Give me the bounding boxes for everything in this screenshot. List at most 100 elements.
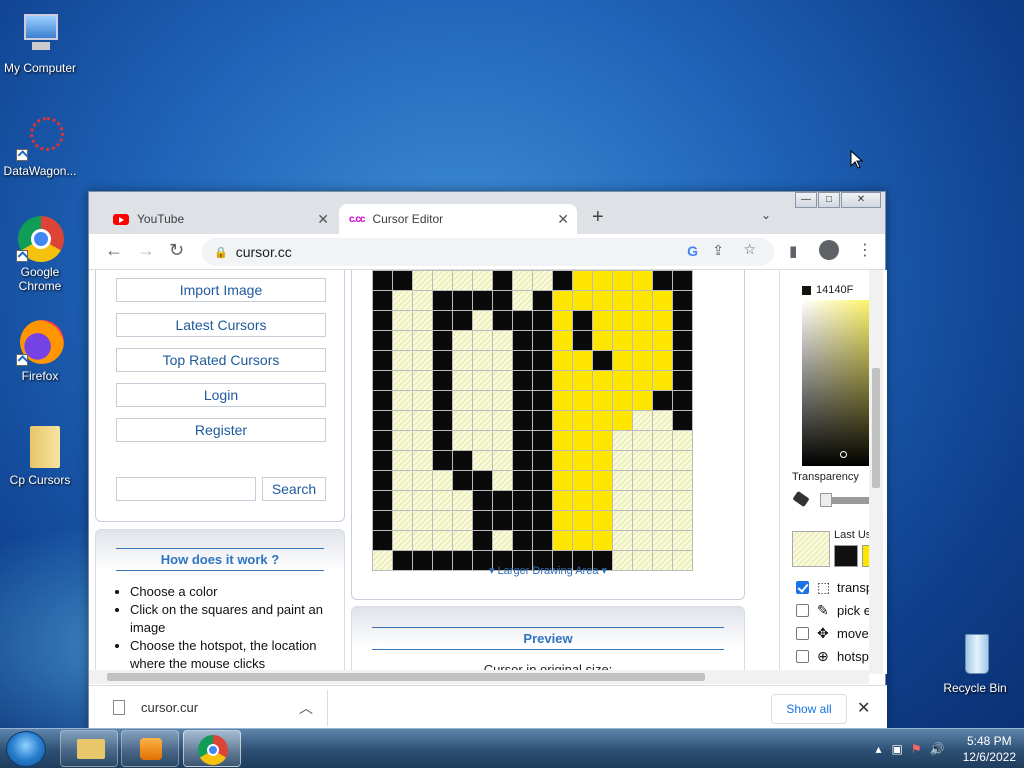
grid-cell[interactable] — [553, 371, 573, 391]
larger-drawing-area-link[interactable]: ▾ Larger Drawing Area ▾ — [352, 564, 744, 577]
tab-search-chevron-icon[interactable]: ⌄ — [761, 208, 771, 222]
grid-cell[interactable] — [513, 411, 533, 431]
grid-cell[interactable] — [493, 291, 513, 311]
grid-cell[interactable] — [393, 291, 413, 311]
grid-cell[interactable] — [633, 331, 653, 351]
latest-cursors-button[interactable]: Latest Cursors — [116, 313, 326, 337]
grid-cell[interactable] — [413, 491, 433, 511]
grid-cell[interactable] — [653, 351, 673, 371]
grid-cell[interactable] — [553, 391, 573, 411]
grid-cell[interactable] — [673, 331, 693, 351]
horizontal-scrollbar[interactable] — [89, 670, 869, 684]
grid-cell[interactable] — [553, 331, 573, 351]
grid-cell[interactable] — [493, 371, 513, 391]
grid-cell[interactable] — [633, 311, 653, 331]
register-button[interactable]: Register — [116, 418, 326, 442]
grid-cell[interactable] — [553, 311, 573, 331]
grid-cell[interactable] — [433, 311, 453, 331]
bookmark-star-icon[interactable]: ☆ — [743, 241, 756, 258]
grid-cell[interactable] — [413, 431, 433, 451]
grid-cell[interactable] — [653, 511, 673, 531]
color-picker-handle[interactable] — [840, 451, 847, 458]
search-input[interactable] — [116, 477, 256, 501]
grid-cell[interactable] — [553, 411, 573, 431]
grid-cell[interactable] — [493, 271, 513, 291]
grid-cell[interactable] — [633, 371, 653, 391]
grid-cell[interactable] — [533, 531, 553, 551]
grid-cell[interactable] — [413, 311, 433, 331]
grid-cell[interactable] — [633, 511, 653, 531]
desktop-icon-chrome[interactable]: Google Chrome — [0, 214, 80, 293]
grid-cell[interactable] — [533, 351, 553, 371]
grid-cell[interactable] — [373, 451, 393, 471]
grid-cell[interactable] — [533, 271, 553, 291]
grid-cell[interactable] — [633, 431, 653, 451]
grid-cell[interactable] — [533, 391, 553, 411]
grid-cell[interactable] — [653, 271, 673, 291]
login-button[interactable]: Login — [116, 383, 326, 407]
grid-cell[interactable] — [613, 291, 633, 311]
grid-cell[interactable] — [413, 291, 433, 311]
grid-cell[interactable] — [433, 531, 453, 551]
desktop-icon-my-computer[interactable]: My Computer — [0, 10, 80, 75]
grid-cell[interactable] — [413, 271, 433, 291]
grid-cell[interactable] — [373, 291, 393, 311]
grid-cell[interactable] — [413, 391, 433, 411]
import-image-button[interactable]: Import Image — [116, 278, 326, 302]
grid-cell[interactable] — [413, 371, 433, 391]
close-window-button[interactable]: ✕ — [841, 192, 881, 208]
grid-cell[interactable] — [453, 511, 473, 531]
grid-cell[interactable] — [573, 531, 593, 551]
grid-cell[interactable] — [553, 271, 573, 291]
grid-cell[interactable] — [613, 511, 633, 531]
grid-cell[interactable] — [493, 431, 513, 451]
grid-cell[interactable] — [393, 451, 413, 471]
grid-cell[interactable] — [473, 511, 493, 531]
grid-cell[interactable] — [553, 491, 573, 511]
grid-cell[interactable] — [413, 471, 433, 491]
grid-cell[interactable] — [553, 471, 573, 491]
maximize-button[interactable]: □ — [818, 192, 840, 208]
grid-cell[interactable] — [613, 331, 633, 351]
grid-cell[interactable] — [513, 351, 533, 371]
grid-cell[interactable] — [493, 311, 513, 331]
grid-cell[interactable] — [493, 491, 513, 511]
grid-cell[interactable] — [613, 451, 633, 471]
grid-cell[interactable] — [453, 331, 473, 351]
grid-cell[interactable] — [513, 431, 533, 451]
grid-cell[interactable] — [453, 471, 473, 491]
grid-cell[interactable] — [373, 531, 393, 551]
grid-cell[interactable] — [473, 531, 493, 551]
grid-cell[interactable] — [473, 351, 493, 371]
checkbox[interactable] — [796, 650, 809, 663]
grid-cell[interactable] — [493, 451, 513, 471]
grid-cell[interactable] — [613, 371, 633, 391]
grid-cell[interactable] — [373, 431, 393, 451]
grid-cell[interactable] — [553, 451, 573, 471]
grid-cell[interactable] — [613, 411, 633, 431]
transparency-slider-handle[interactable] — [820, 493, 832, 507]
grid-cell[interactable] — [653, 431, 673, 451]
address-bar[interactable]: 🔒 cursor.cc G ⇪ ☆ — [202, 238, 774, 266]
profile-avatar-icon[interactable] — [819, 240, 839, 260]
grid-cell[interactable] — [513, 511, 533, 531]
grid-cell[interactable] — [593, 391, 613, 411]
grid-cell[interactable] — [653, 391, 673, 411]
grid-cell[interactable] — [493, 511, 513, 531]
grid-cell[interactable] — [413, 351, 433, 371]
grid-cell[interactable] — [433, 391, 453, 411]
vertical-scrollbar-thumb[interactable] — [872, 368, 880, 488]
grid-cell[interactable] — [573, 371, 593, 391]
grid-cell[interactable] — [453, 531, 473, 551]
grid-cell[interactable] — [673, 471, 693, 491]
desktop-icon-firefox[interactable]: Firefox — [0, 318, 80, 383]
grid-cell[interactable] — [653, 411, 673, 431]
grid-cell[interactable] — [433, 431, 453, 451]
grid-cell[interactable] — [613, 351, 633, 371]
volume-icon[interactable]: 🔊 — [930, 742, 945, 756]
grid-cell[interactable] — [533, 371, 553, 391]
grid-cell[interactable] — [473, 391, 493, 411]
grid-cell[interactable] — [453, 291, 473, 311]
grid-cell[interactable] — [433, 331, 453, 351]
grid-cell[interactable] — [373, 471, 393, 491]
